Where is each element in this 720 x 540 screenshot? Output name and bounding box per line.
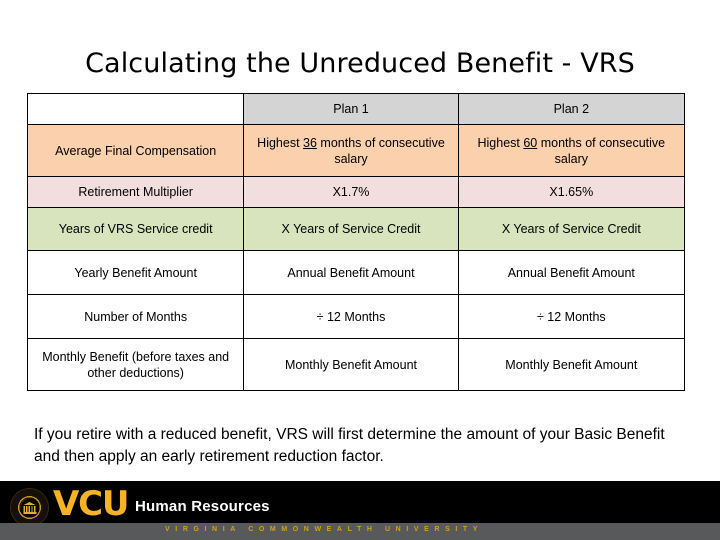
afc-plan2-pre: Highest — [477, 135, 524, 150]
afc-plan1-months: 36 — [303, 135, 317, 150]
seal-roof — [23, 502, 35, 506]
header-cell-plan1: Plan 1 — [243, 93, 459, 125]
row-label-monthly-benefit: Monthly Benefit (before taxes and other … — [26, 338, 245, 391]
seal-base — [23, 512, 36, 515]
explanatory-note: If you retire with a reduced benefit, VR… — [34, 426, 665, 466]
university-name-text: VIRGINIA COMMONWEALTH UNIVERSITY — [165, 526, 484, 533]
afc-plan2-post: months of consecutive salary — [537, 135, 666, 166]
cell-plan1-monthly-benefit: Monthly Benefit Amount — [243, 338, 459, 391]
vcu-wordmark: VCU — [53, 484, 129, 524]
row-label-retirement-multiplier: Retirement Multiplier — [26, 176, 245, 208]
afc-plan1-post: months of consecutive salary — [316, 135, 445, 166]
vcu-seal-icon — [11, 489, 48, 526]
afc-plan2-months: 60 — [523, 135, 538, 150]
table-header-row: Plan 1 Plan 2 — [26, 93, 686, 125]
cell-plan2-years-of-service: X Years of Service Credit — [457, 207, 686, 251]
row-label-years-of-service: Years of VRS Service credit — [26, 207, 245, 251]
header-cell-plan2: Plan 2 — [457, 93, 686, 125]
table-row: Average Final Compensation Highest 36 mo… — [26, 124, 686, 177]
cell-plan1-average-final-compensation: Highest 36 months of consecutive salary — [243, 124, 459, 177]
seal-building-icon — [23, 502, 36, 515]
cell-plan1-years-of-service: X Years of Service Credit — [243, 207, 459, 251]
cell-plan1-number-of-months: ÷ 12 Months — [243, 294, 459, 339]
row-label-yearly-benefit: Yearly Benefit Amount — [26, 250, 245, 295]
page-title: Calculating the Unreduced Benefit - VRS — [85, 48, 635, 79]
table-row: Retirement Multiplier X1.7% X1.65% — [26, 176, 686, 208]
row-label-average-final-compensation: Average Final Compensation — [26, 124, 245, 177]
cell-plan1-yearly-benefit: Annual Benefit Amount — [243, 250, 459, 295]
row-label-number-of-months: Number of Months — [26, 294, 245, 339]
cell-plan1-retirement-multiplier: X1.7% — [243, 176, 459, 208]
cell-plan2-monthly-benefit: Monthly Benefit Amount — [457, 338, 686, 391]
benefit-comparison-table: Plan 1 Plan 2 Average Final Compensation… — [26, 93, 686, 391]
table-row: Monthly Benefit (before taxes and other … — [26, 338, 686, 391]
cell-plan2-number-of-months: ÷ 12 Months — [457, 294, 686, 339]
human-resources-label: Human Resources — [135, 498, 270, 515]
table-row: Yearly Benefit Amount Annual Benefit Amo… — [26, 250, 686, 295]
table-row: Years of VRS Service credit X Years of S… — [26, 207, 686, 251]
table-row: Number of Months ÷ 12 Months ÷ 12 Months — [26, 294, 686, 339]
afc-plan1-pre: Highest — [257, 135, 304, 150]
header-cell-blank — [26, 93, 245, 125]
cell-plan2-average-final-compensation: Highest 60 months of consecutive salary — [457, 124, 686, 177]
cell-plan2-yearly-benefit: Annual Benefit Amount — [457, 250, 686, 295]
cell-plan2-retirement-multiplier: X1.65% — [457, 176, 686, 208]
